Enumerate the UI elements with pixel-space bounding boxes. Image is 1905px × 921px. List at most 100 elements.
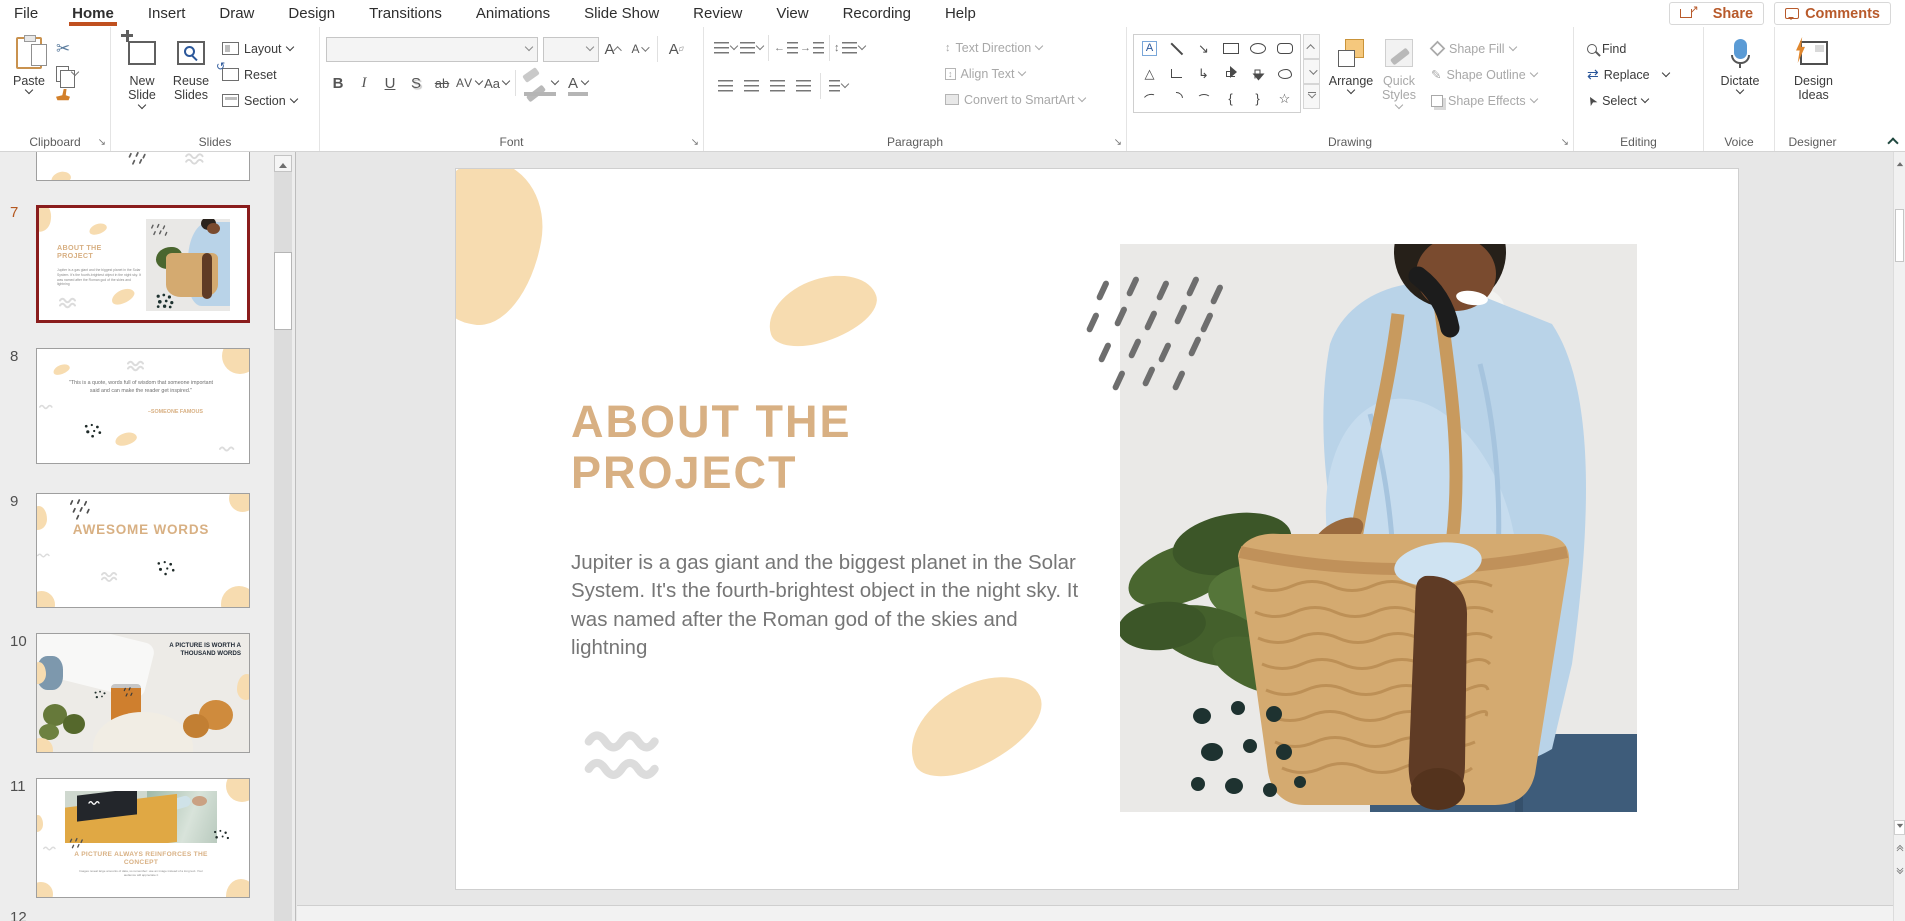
convert-smartart-button[interactable]: Convert to SmartArt: [942, 87, 1088, 112]
menu-tab-transitions[interactable]: Transitions: [369, 5, 442, 22]
section-button[interactable]: Section: [219, 88, 300, 113]
canvas-vertical-scrollbar[interactable]: [1893, 152, 1905, 921]
arc-shape[interactable]: [1163, 86, 1190, 111]
format-painter-button[interactable]: [56, 89, 70, 101]
thumbnail-panel-scrollbar[interactable]: [274, 155, 292, 921]
menu-tab-design[interactable]: Design: [288, 5, 335, 22]
italic-button[interactable]: I: [352, 71, 376, 95]
align-text-button[interactable]: ↕ Align Text: [942, 61, 1088, 86]
star-shape[interactable]: ☆: [1271, 86, 1298, 111]
slide-thumbnail-10[interactable]: A PICTURE IS WORTH A THOUSAND WORDS: [36, 633, 250, 753]
rounded-rectangle-shape[interactable]: [1271, 36, 1298, 61]
slide-thumbnail-8[interactable]: "This is a quote, words full of wisdom t…: [36, 348, 250, 464]
elbow-connector-shape[interactable]: [1163, 61, 1190, 86]
menu-tab-recording[interactable]: Recording: [843, 5, 911, 22]
paste-button[interactable]: Paste: [6, 32, 52, 95]
menu-tab-file[interactable]: File: [14, 5, 38, 22]
arrow-shape[interactable]: ↘: [1190, 36, 1217, 61]
scroll-up-arrow[interactable]: [1895, 155, 1904, 169]
menu-tab-draw[interactable]: Draw: [219, 5, 254, 22]
paragraph-dialog-launcher[interactable]: ↘: [1114, 138, 1122, 148]
scroll-up-arrow[interactable]: [274, 155, 292, 172]
columns-button[interactable]: [825, 74, 851, 98]
scribble-shape[interactable]: [1136, 86, 1163, 111]
right-brace-shape[interactable]: }: [1244, 86, 1271, 111]
right-arrow-shape[interactable]: [1217, 61, 1244, 86]
left-brace-shape[interactable]: {: [1217, 86, 1244, 111]
collapse-ribbon-button[interactable]: [1887, 137, 1899, 149]
character-spacing-button[interactable]: AV: [456, 71, 484, 95]
design-ideas-button[interactable]: Design Ideas: [1791, 32, 1837, 103]
find-button[interactable]: Find: [1584, 36, 1672, 61]
slide-thumbnail-9[interactable]: AWESOME WORDS: [36, 493, 250, 608]
numbering-button[interactable]: [738, 36, 764, 60]
scrollbar-thumb[interactable]: [274, 252, 292, 330]
reuse-slides-button[interactable]: Reuse Slides: [167, 32, 215, 103]
drawing-dialog-launcher[interactable]: ↘: [1561, 138, 1569, 148]
new-slide-button[interactable]: New Slide: [117, 29, 167, 109]
bold-button[interactable]: B: [326, 71, 350, 95]
bullets-button[interactable]: [712, 36, 738, 60]
oval-shape[interactable]: [1244, 36, 1271, 61]
slide-editing-surface[interactable]: ABOUT THE PROJECT Jupiter is a gas giant…: [456, 169, 1738, 889]
reset-button[interactable]: ↺ Reset: [216, 62, 300, 87]
font-color-button[interactable]: A: [566, 71, 590, 96]
decrease-font-button[interactable]: A: [627, 37, 651, 61]
scroll-down-arrow[interactable]: [1894, 820, 1905, 835]
shape-effects-button[interactable]: Shape Effects: [1428, 88, 1540, 113]
font-name-combo[interactable]: [326, 36, 538, 62]
dictate-button[interactable]: Dictate: [1717, 32, 1763, 95]
comments-button[interactable]: Comments: [1774, 2, 1891, 25]
slide-body-text[interactable]: Jupiter is a gas giant and the biggest p…: [571, 549, 1083, 662]
menu-tab-review[interactable]: Review: [693, 5, 742, 22]
underline-button[interactable]: U: [378, 71, 402, 95]
shapes-scroll-down[interactable]: [1303, 59, 1320, 84]
text-box-shape[interactable]: A: [1136, 36, 1163, 61]
strikethrough-button[interactable]: ab: [430, 71, 454, 95]
curve-shape[interactable]: [1190, 86, 1217, 111]
menu-tab-home[interactable]: Home: [69, 5, 117, 26]
slide-thumbnail-7[interactable]: ABOUT THE PROJECT Jupiter is a gas giant…: [36, 205, 250, 323]
triangle-shape[interactable]: △: [1136, 61, 1163, 86]
increase-font-button[interactable]: A: [601, 37, 625, 61]
menu-tab-animations[interactable]: Animations: [476, 5, 550, 22]
menu-tab-view[interactable]: View: [776, 5, 808, 22]
decrease-indent-button[interactable]: ←: [773, 36, 799, 60]
next-slide-button[interactable]: [1894, 862, 1905, 877]
menu-tab-help[interactable]: Help: [945, 5, 976, 22]
font-dialog-launcher[interactable]: ↘: [691, 138, 699, 148]
layout-button[interactable]: Layout: [219, 36, 300, 61]
copy-button[interactable]: [56, 66, 80, 88]
elbow-arrow-shape[interactable]: ↳: [1190, 61, 1217, 86]
rectangle-shape[interactable]: [1217, 36, 1244, 61]
clipboard-dialog-launcher[interactable]: ↘: [98, 138, 106, 148]
scrollbar-thumb[interactable]: [1895, 209, 1904, 262]
shape-outline-button[interactable]: ✎ Shape Outline: [1428, 62, 1540, 87]
increase-indent-button[interactable]: →: [799, 36, 825, 60]
justify-button[interactable]: [790, 74, 816, 98]
slide-title[interactable]: ABOUT THE PROJECT: [571, 396, 1011, 499]
line-shape[interactable]: [1163, 36, 1190, 61]
quick-styles-button[interactable]: Quick Styles: [1376, 32, 1422, 109]
freeform-shape[interactable]: [1271, 61, 1298, 86]
clear-formatting-button[interactable]: A ◊: [664, 37, 688, 61]
select-button[interactable]: ➤ Select: [1583, 88, 1672, 113]
align-left-button[interactable]: [712, 74, 738, 98]
align-right-button[interactable]: [764, 74, 790, 98]
cut-button[interactable]: ✂: [56, 39, 78, 59]
arrange-button[interactable]: Arrange: [1328, 32, 1374, 95]
down-arrow-shape[interactable]: [1244, 61, 1271, 86]
line-spacing-button[interactable]: ↕: [834, 36, 866, 60]
slide-thumbnail-6[interactable]: [36, 152, 250, 181]
highlight-color-button[interactable]: [522, 67, 560, 96]
slide-thumbnail-11[interactable]: A PICTURE ALWAYS REINFORCES THE CONCEPT …: [36, 778, 250, 898]
font-size-combo[interactable]: [543, 36, 599, 62]
shape-fill-button[interactable]: Shape Fill: [1428, 36, 1540, 61]
previous-slide-button[interactable]: [1894, 842, 1905, 857]
menu-tab-insert[interactable]: Insert: [148, 5, 186, 22]
text-direction-button[interactable]: ↕ Text Direction: [942, 35, 1088, 60]
text-shadow-button[interactable]: S: [404, 71, 428, 95]
change-case-button[interactable]: Aa: [484, 71, 511, 95]
shapes-more-button[interactable]: [1303, 84, 1320, 109]
horizontal-scroll-area[interactable]: [297, 906, 1893, 921]
